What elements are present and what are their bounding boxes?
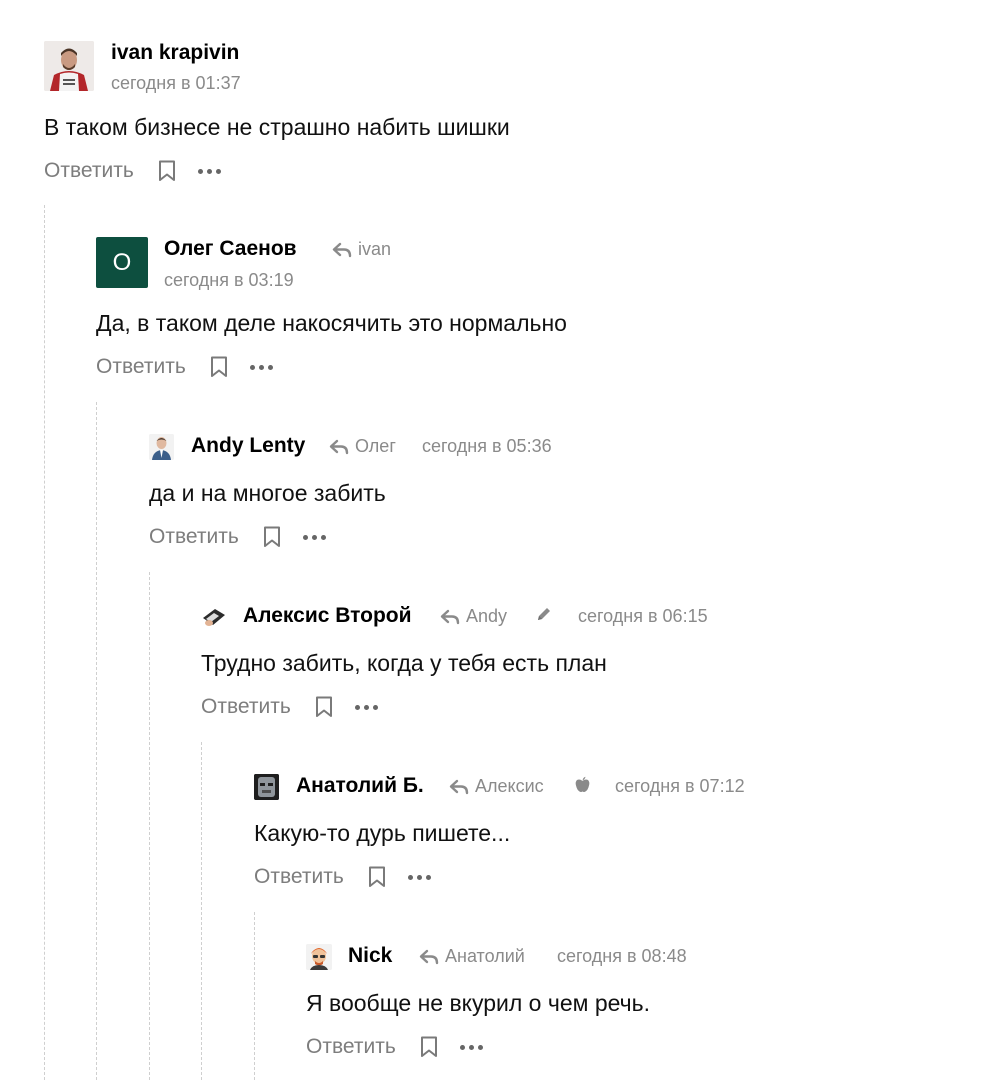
more-options-icon[interactable]	[407, 874, 431, 880]
bookmark-icon[interactable]	[420, 1036, 438, 1058]
reply-button[interactable]: Ответить	[149, 525, 239, 549]
comment-actions: Ответить	[149, 522, 326, 552]
comment-actions: Ответить	[306, 1032, 483, 1062]
hand-avatar-icon	[201, 604, 227, 630]
comment-text: Я вообще не вкурил о чем речь.	[306, 990, 651, 1016]
bookmark-icon[interactable]	[315, 696, 333, 718]
thread-line	[44, 205, 45, 1080]
comment-actions: Ответить	[254, 862, 431, 892]
comment-text: Да, в таком деле накосячить это нормальн…	[96, 310, 567, 336]
reply-arrow-icon	[419, 949, 439, 964]
person-avatar-icon	[149, 434, 174, 460]
bookmark-icon[interactable]	[263, 526, 281, 548]
reply-to[interactable]: ivan	[332, 239, 391, 260]
comment-author[interactable]: Олег Саенов	[164, 237, 297, 261]
more-options-icon[interactable]	[197, 168, 221, 174]
reply-arrow-icon	[449, 779, 469, 794]
more-options-icon[interactable]	[249, 364, 273, 370]
reply-arrow-icon	[329, 439, 349, 454]
reply-to-name: ivan	[358, 239, 392, 259]
comment-text: Трудно забить, когда у тебя есть план	[201, 650, 607, 676]
reply-to[interactable]: Анатолий	[419, 946, 525, 967]
comment-actions: Ответить	[201, 692, 378, 722]
avatar[interactable]	[306, 944, 332, 970]
comment: ivan krapivin сегодня в 01:37 В таком би…	[0, 0, 997, 200]
thread-line	[254, 912, 255, 1080]
comment-time[interactable]: сегодня в 03:19	[164, 270, 294, 291]
avatar-letter: О	[112, 248, 132, 276]
comment-actions: Ответить	[44, 156, 221, 186]
comment-time[interactable]: сегодня в 05:36	[422, 436, 552, 457]
comment-author[interactable]: Анатолий Б.	[296, 774, 424, 798]
comment-actions: Ответить	[96, 352, 273, 382]
avatar[interactable]	[201, 604, 227, 630]
more-options-icon[interactable]	[354, 704, 378, 710]
pencil-icon	[535, 605, 553, 623]
reply-to[interactable]: Andy	[440, 606, 507, 627]
comment-time[interactable]: сегодня в 06:15	[578, 606, 708, 627]
reply-button[interactable]: Ответить	[201, 695, 291, 719]
reply-to-name: Анатолий	[445, 946, 525, 966]
avatar[interactable]	[254, 774, 279, 800]
reply-button[interactable]: Ответить	[254, 865, 344, 889]
thread-line	[149, 572, 150, 1080]
robot-avatar-icon	[254, 774, 279, 800]
reply-to-name: Алексис	[475, 776, 544, 796]
comment-author[interactable]: Andy Lenty	[191, 434, 305, 458]
comment-author[interactable]: Алексис Второй	[243, 604, 412, 628]
reply-arrow-icon	[332, 242, 352, 257]
avatar[interactable]	[149, 434, 174, 460]
user-photo-icon	[44, 41, 94, 91]
reply-to-name: Andy	[466, 606, 508, 626]
avatar[interactable]: О	[96, 237, 148, 288]
comment-author[interactable]: Nick	[348, 944, 392, 968]
cartoon-avatar-icon	[306, 944, 332, 970]
bookmark-icon[interactable]	[368, 866, 386, 888]
more-options-icon[interactable]	[302, 534, 326, 540]
reply-to-name: Олег	[355, 436, 396, 456]
reply-button[interactable]: Ответить	[44, 159, 134, 183]
bookmark-icon[interactable]	[210, 356, 228, 378]
thread-line	[96, 402, 97, 1080]
comment-text: Какую-то дурь пишете...	[254, 820, 511, 846]
reply-to[interactable]: Олег	[329, 436, 396, 457]
apple-icon	[574, 776, 591, 794]
comment-author[interactable]: ivan krapivin	[111, 41, 239, 65]
avatar[interactable]	[44, 41, 94, 91]
reply-button[interactable]: Ответить	[306, 1035, 396, 1059]
comment-text: В таком бизнесе не страшно набить шишки	[44, 114, 510, 140]
comment-time[interactable]: сегодня в 08:48	[557, 946, 687, 967]
reply-to[interactable]: Алексис	[449, 776, 544, 797]
reply-button[interactable]: Ответить	[96, 355, 186, 379]
more-options-icon[interactable]	[459, 1044, 483, 1050]
comment-text: да и на многое забить	[149, 480, 386, 506]
bookmark-icon[interactable]	[158, 160, 176, 182]
reply-arrow-icon	[440, 609, 460, 624]
thread-line	[201, 742, 202, 1080]
comment-time[interactable]: сегодня в 07:12	[615, 776, 745, 797]
comment-time[interactable]: сегодня в 01:37	[111, 73, 241, 94]
